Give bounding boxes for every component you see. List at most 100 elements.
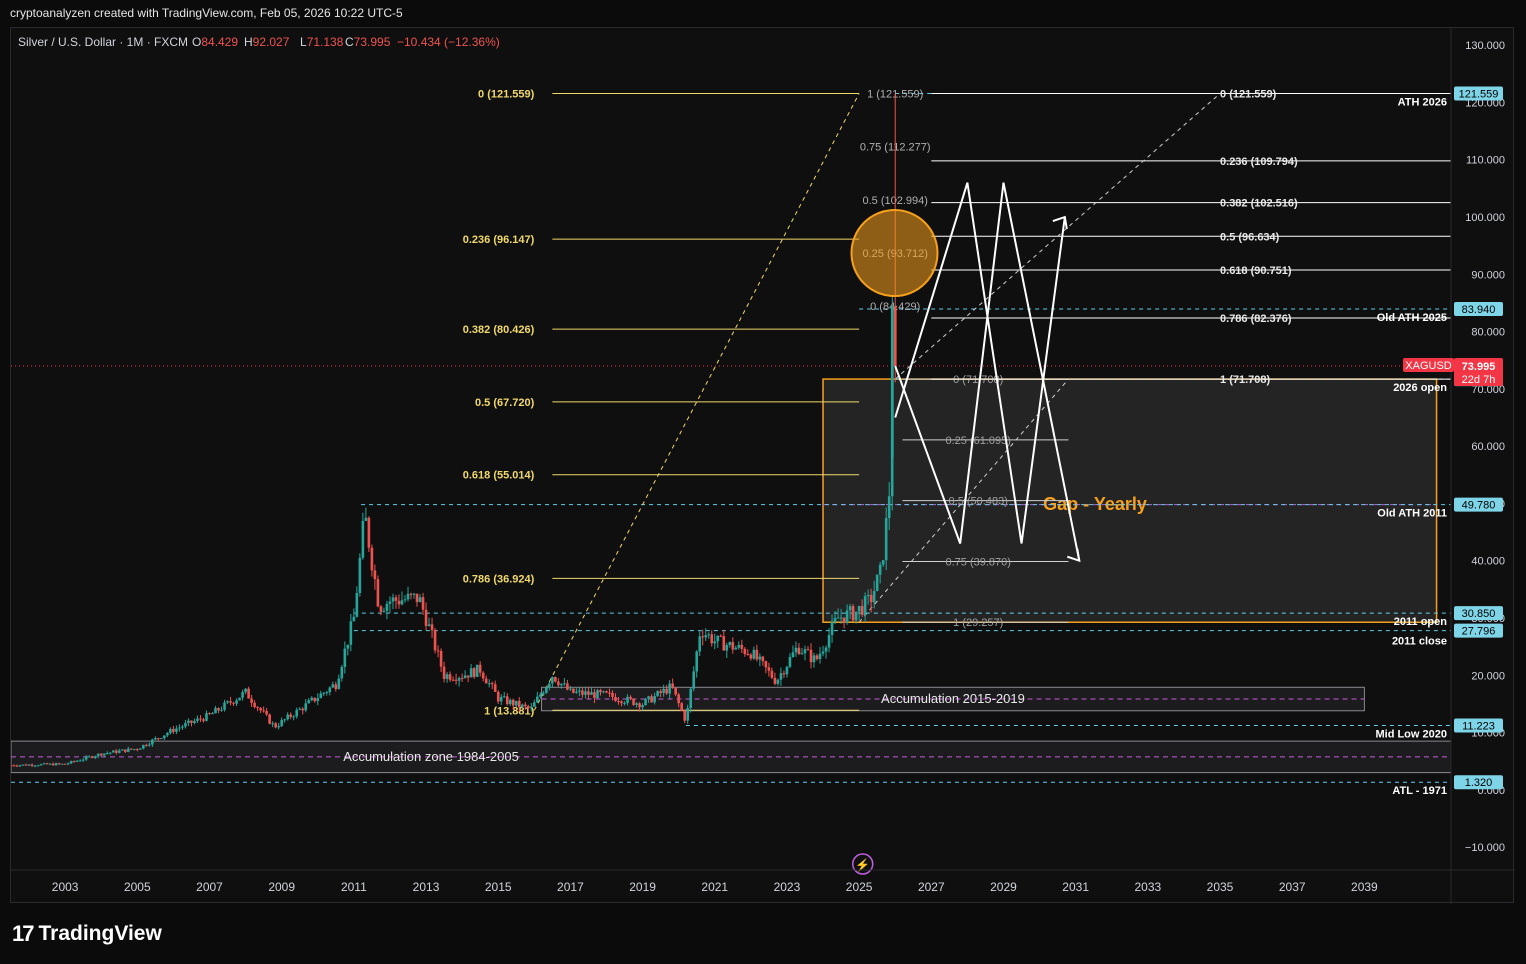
legend-symbol: Silver / U.S. Dollar · 1M · FXCM (18, 35, 188, 49)
candle-body (689, 688, 692, 709)
candle-body (746, 653, 750, 655)
candle-body (662, 688, 665, 694)
candle-body (815, 655, 819, 660)
fib-left-label: 0.5 (67.720) (475, 397, 535, 409)
time-tick-label: 2023 (774, 880, 801, 894)
candle-body (187, 720, 190, 724)
price-tag-countdown: 22d 7h (1462, 374, 1496, 386)
candle-body (542, 692, 545, 695)
time-tick-label: 2009 (268, 880, 295, 894)
price-tick-label: 20.000 (1471, 670, 1505, 682)
candle-body (181, 726, 184, 728)
candle-body (343, 648, 347, 667)
candle-body (842, 617, 846, 623)
candle-body (142, 744, 145, 749)
candle-body (421, 597, 425, 610)
candle-body (409, 593, 413, 595)
time-tick-label: 2021 (701, 880, 728, 894)
price-chart[interactable]: Accumulation zone 1984-2005 Accumulation … (11, 28, 1515, 904)
candle-body (632, 698, 635, 705)
candle-body (307, 700, 311, 704)
candle-body (226, 701, 229, 703)
candle-body (57, 763, 61, 765)
candle-body (752, 649, 756, 659)
candle-body (223, 702, 226, 710)
candle-body (710, 634, 714, 644)
chart-panel[interactable]: Accumulation zone 1984-2005 Accumulation … (10, 27, 1515, 904)
candle-body (442, 666, 446, 679)
tradingview-logo[interactable]: 17 TradingView (12, 921, 162, 947)
candle-body (511, 699, 515, 706)
candle-body (445, 674, 449, 679)
candle-body (514, 700, 518, 706)
candle-body (773, 677, 777, 684)
candle-body (18, 765, 22, 767)
candle-body (824, 647, 828, 652)
candle-body (740, 644, 744, 649)
candle-body (674, 687, 677, 695)
candle-body (370, 547, 374, 571)
candle-body (833, 617, 837, 622)
candle-body (743, 648, 747, 654)
candle-body (169, 728, 172, 734)
candle-body (770, 670, 774, 678)
candle-body (890, 306, 894, 458)
candle-body (860, 605, 864, 615)
fib-left-label: 0.236 (96.147) (463, 234, 535, 246)
candle-body (692, 671, 696, 689)
legend-high: H92.027 (244, 35, 290, 49)
candle-body (102, 753, 106, 756)
candle-body (148, 744, 151, 746)
candle-body (478, 664, 482, 673)
price-tag-value: 73.995 (1462, 361, 1496, 373)
time-tick-label: 2025 (846, 880, 873, 894)
candle-body (460, 678, 464, 680)
candle-body (626, 696, 629, 703)
candle-body (463, 675, 467, 679)
key-level-label: ATL - 1971 (1392, 785, 1447, 797)
candle-body (866, 594, 870, 597)
candle-body (403, 599, 407, 601)
candle-body (590, 692, 593, 695)
candle-body (794, 647, 798, 653)
fib-left-label: 0.618 (55.014) (463, 470, 535, 482)
candle-body (517, 700, 521, 708)
candle-body (707, 634, 711, 636)
candle-body (262, 710, 265, 712)
time-tick-label: 2031 (1062, 880, 1089, 894)
time-tick-label: 2011 (341, 880, 367, 894)
candle-body (87, 756, 91, 758)
candle-body (572, 688, 575, 693)
legend-change: −10.434 (−12.36%) (397, 35, 500, 49)
time-tick-label: 2027 (918, 880, 945, 894)
candle-body (788, 657, 792, 667)
candle-body (839, 617, 843, 619)
candle-body (220, 709, 223, 711)
candle-body (190, 720, 193, 723)
candle-body (415, 593, 419, 603)
candle-body (45, 763, 49, 765)
fib-lower-label: 1 (29.257) (953, 617, 1003, 629)
candle-body (217, 708, 220, 711)
highlight-circle (850, 209, 939, 298)
fib-right-label: 0.5 (96.634) (1220, 231, 1280, 243)
candle-body (472, 668, 476, 677)
candle-body (172, 728, 175, 732)
candle-body (818, 653, 822, 660)
candle-body (286, 714, 289, 720)
candle-body (310, 697, 314, 701)
fib-right-label: 0.236 (109.794) (1220, 156, 1298, 168)
candle-body (812, 655, 816, 663)
candle-body (358, 557, 362, 593)
candle-body (451, 679, 455, 681)
candle-body (845, 610, 849, 623)
candle-body (11, 765, 13, 767)
candle-body (526, 706, 530, 709)
candle-body (566, 683, 569, 690)
candle-body (436, 650, 440, 652)
fib-left-label: 0.786 (36.924) (463, 573, 535, 585)
candle-body (686, 708, 689, 721)
candle-body (635, 703, 638, 705)
candle-body (520, 704, 524, 708)
candle-body (322, 692, 326, 694)
